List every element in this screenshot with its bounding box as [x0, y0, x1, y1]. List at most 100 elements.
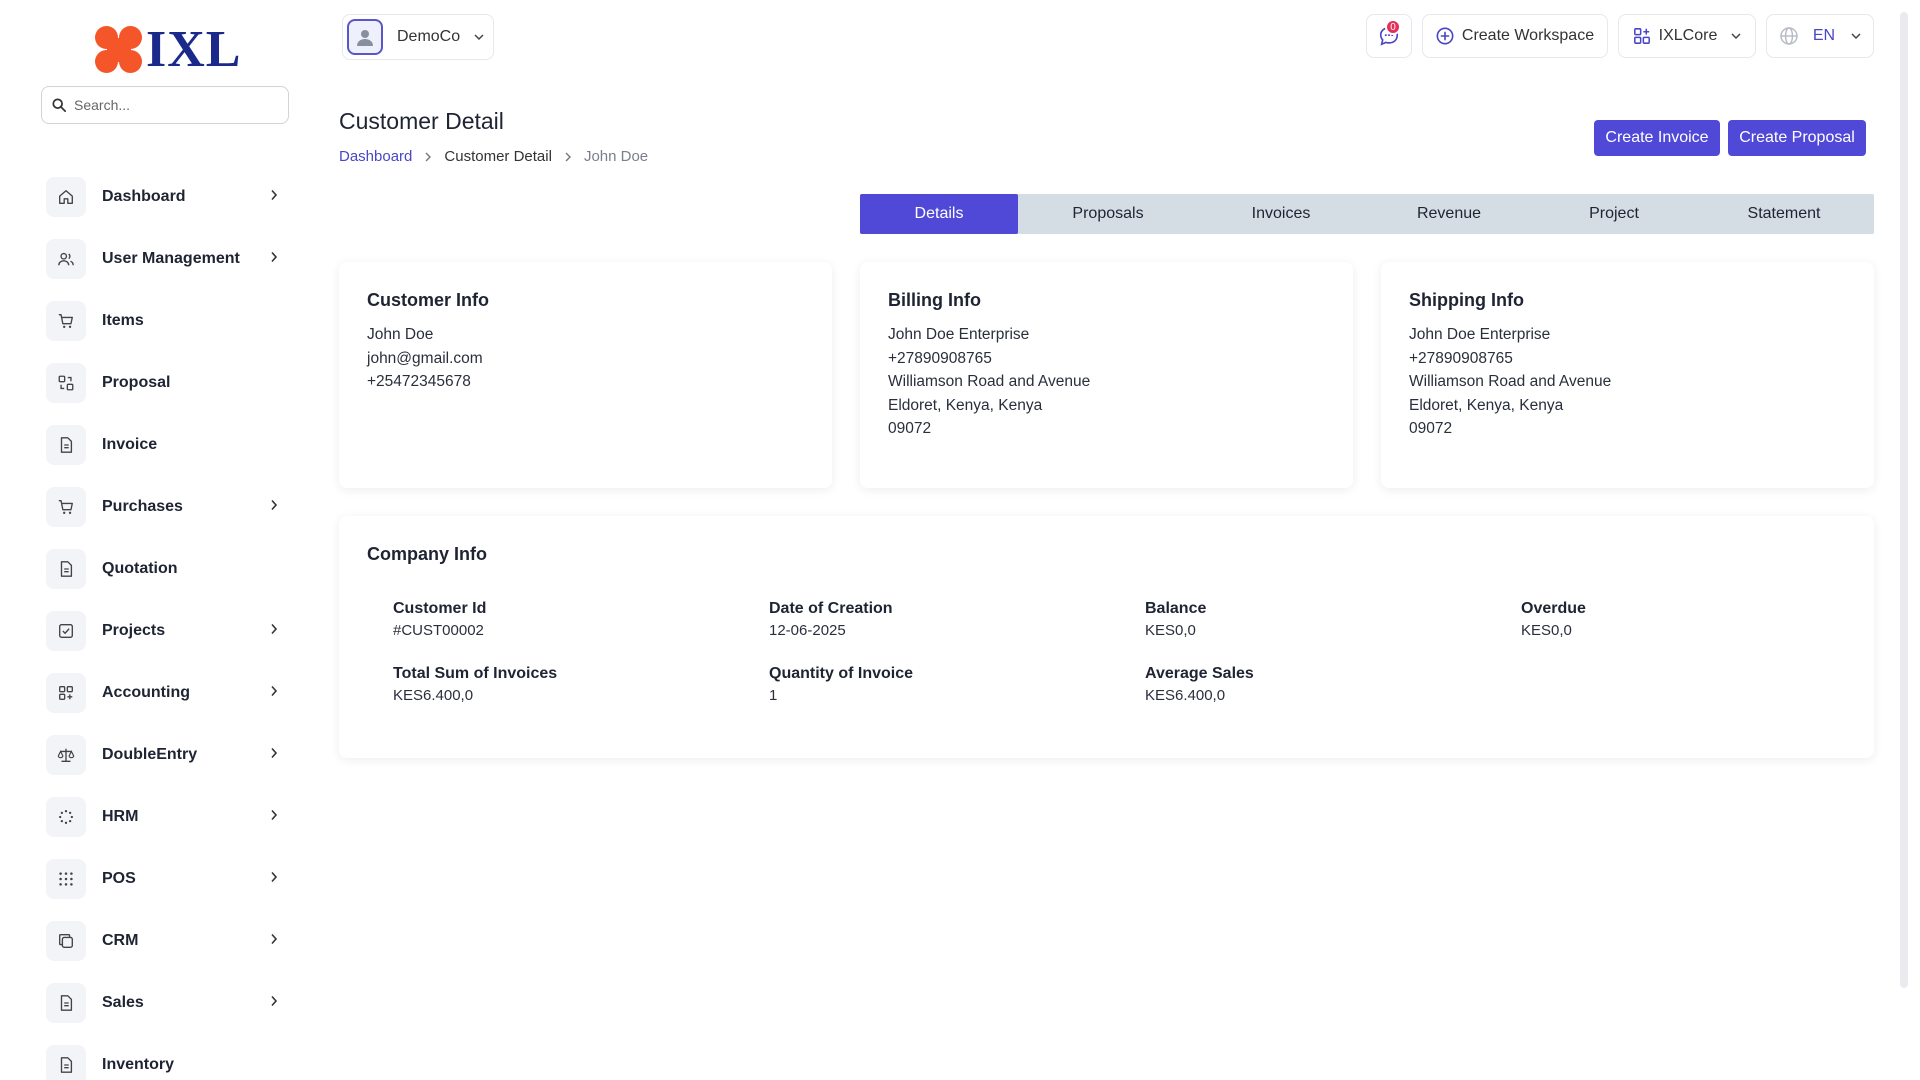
billing-zip: 09072 [888, 420, 932, 437]
dots-circle-icon [46, 797, 86, 837]
field-value: #CUST00002 [393, 622, 484, 639]
customer-info-lines: John Doe john@gmail.com +25472345678 [367, 323, 804, 394]
billing-company: John Doe Enterprise [888, 326, 1030, 343]
search-input[interactable] [74, 97, 264, 113]
chevron-right-icon [271, 189, 278, 201]
file-icon [46, 549, 86, 589]
workspace-select[interactable]: DemoCo [342, 14, 494, 60]
chevron-right-icon [271, 871, 278, 883]
field-quantity-of-invoice: Quantity of Invoice 1 [769, 665, 1145, 704]
create-workspace-button[interactable]: Create Workspace [1422, 14, 1608, 58]
tab-details[interactable]: Details [860, 194, 1018, 234]
field-balance: Balance KES0,0 [1145, 600, 1521, 639]
detail-tabs: Details Proposals Invoices Revenue Proje… [860, 194, 1874, 234]
sidebar-item-proposal[interactable]: Proposal [46, 352, 286, 414]
field-value: KES0,0 [1521, 622, 1572, 639]
language-select[interactable]: EN [1766, 14, 1874, 58]
plus-circle-icon [1436, 27, 1454, 45]
sidebar-item-purchases[interactable]: Purchases [46, 476, 286, 538]
field-customer-id: Customer Id #CUST00002 [393, 600, 769, 639]
field-value: KES0,0 [1145, 622, 1196, 639]
page-scrollbar[interactable] [1900, 12, 1908, 988]
customer-info-card: Customer Info John Doe john@gmail.com +2… [339, 262, 832, 488]
tab-invoices[interactable]: Invoices [1198, 194, 1364, 234]
chevron-right-icon [424, 152, 432, 162]
sidebar-item-label: DoubleEntry [102, 746, 198, 763]
field-label: Customer Id [393, 600, 487, 617]
cart-icon [46, 301, 86, 341]
billing-info-title: Billing Info [888, 290, 981, 310]
sidebar-item-label: User Management [102, 250, 240, 267]
app-switcher-label: IXLCore [1658, 27, 1718, 44]
sidebar-item-label: POS [102, 870, 136, 887]
create-invoice-button[interactable]: Create Invoice [1594, 120, 1720, 156]
sidebar-item-label: Purchases [102, 498, 183, 515]
breadcrumb-customer-detail[interactable]: Customer Detail [444, 148, 552, 165]
chevron-down-icon [1851, 33, 1861, 40]
users-icon [46, 239, 86, 279]
sidebar-item-label: Items [102, 312, 144, 329]
copy-icon [46, 921, 86, 961]
breadcrumb-dashboard-link[interactable]: Dashboard [339, 148, 412, 165]
sidebar-item-projects[interactable]: Projects [46, 600, 286, 662]
sidebar-nav: Dashboard User Management Items Proposal Inv… [46, 166, 286, 1080]
tab-project[interactable]: Project [1534, 194, 1694, 234]
file-icon [46, 1045, 86, 1080]
sidebar-item-inventory[interactable]: Inventory [46, 1034, 286, 1080]
dots-grid-icon [46, 859, 86, 899]
sidebar-item-pos[interactable]: POS [46, 848, 286, 910]
shipping-info-title: Shipping Info [1409, 290, 1524, 310]
sidebar-item-dashboard[interactable]: Dashboard [46, 166, 286, 228]
chevron-right-icon [271, 623, 278, 635]
tab-statement[interactable]: Statement [1694, 194, 1874, 234]
chevron-right-icon [271, 747, 278, 759]
tab-proposals[interactable]: Proposals [1018, 194, 1198, 234]
file-icon [46, 983, 86, 1023]
app-switcher[interactable]: IXLCore [1618, 14, 1756, 58]
shipping-info-lines: John Doe Enterprise +27890908765 William… [1409, 323, 1846, 441]
create-workspace-label: Create Workspace [1461, 27, 1595, 44]
sidebar-item-invoice[interactable]: Invoice [46, 414, 286, 476]
sidebar-item-sales[interactable]: Sales [46, 972, 286, 1034]
chevron-right-icon [564, 152, 572, 162]
create-proposal-button[interactable]: Create Proposal [1728, 120, 1866, 156]
field-value: KES6.400,0 [1145, 687, 1226, 704]
field-label: Average Sales [1145, 665, 1254, 682]
billing-info-card: Billing Info John Doe Enterprise +278909… [860, 262, 1353, 488]
workspace-name: DemoCo [397, 28, 461, 45]
chevron-right-icon [271, 685, 278, 697]
customer-name: John Doe [367, 326, 434, 343]
sidebar-item-doubleentry[interactable]: DoubleEntry [46, 724, 286, 786]
sidebar-item-quotation[interactable]: Quotation [46, 538, 286, 600]
chevron-right-icon [271, 499, 278, 511]
logo-text: IXL [146, 21, 242, 78]
field-date-of-creation: Date of Creation 12-06-2025 [769, 600, 1145, 639]
chevron-right-icon [271, 995, 278, 1007]
customer-phone: +25472345678 [367, 373, 471, 390]
user-avatar-icon [357, 30, 373, 46]
sidebar-item-crm[interactable]: CRM [46, 910, 286, 972]
tab-revenue[interactable]: Revenue [1364, 194, 1534, 234]
notifications-button[interactable]: 0 [1366, 14, 1412, 58]
shipping-info-card: Shipping Info John Doe Enterprise +27890… [1381, 262, 1874, 488]
shipping-company: John Doe Enterprise [1409, 326, 1551, 343]
field-label: Overdue [1521, 600, 1586, 617]
brand-logo[interactable]: IXL [94, 22, 241, 78]
search-box[interactable] [41, 86, 289, 124]
field-overdue: Overdue KES0,0 [1521, 600, 1821, 639]
billing-city: Eldoret, Kenya, Kenya [888, 396, 1043, 414]
field-label: Total Sum of Invoices [393, 665, 558, 682]
sidebar-item-label: Projects [102, 622, 166, 639]
sidebar-item-user-management[interactable]: User Management [46, 228, 286, 290]
sidebar-item-items[interactable]: Items [46, 290, 286, 352]
billing-phone: +27890908765 [888, 349, 992, 367]
home-icon [46, 177, 86, 217]
shipping-city: Eldoret, Kenya, Kenya [1409, 396, 1564, 414]
sidebar: IXL Dashboard User Management Items Proposa… [24, 12, 296, 1080]
sidebar-item-hrm[interactable]: HRM [46, 786, 286, 848]
field-label: Quantity of Invoice [769, 665, 914, 682]
avatar [347, 19, 383, 55]
company-info-grid: Customer Id #CUST00002 Date of Creation 12-… [393, 600, 1893, 704]
field-value: 12-06-2025 [769, 622, 846, 639]
sidebar-item-accounting[interactable]: Accounting [46, 662, 286, 724]
